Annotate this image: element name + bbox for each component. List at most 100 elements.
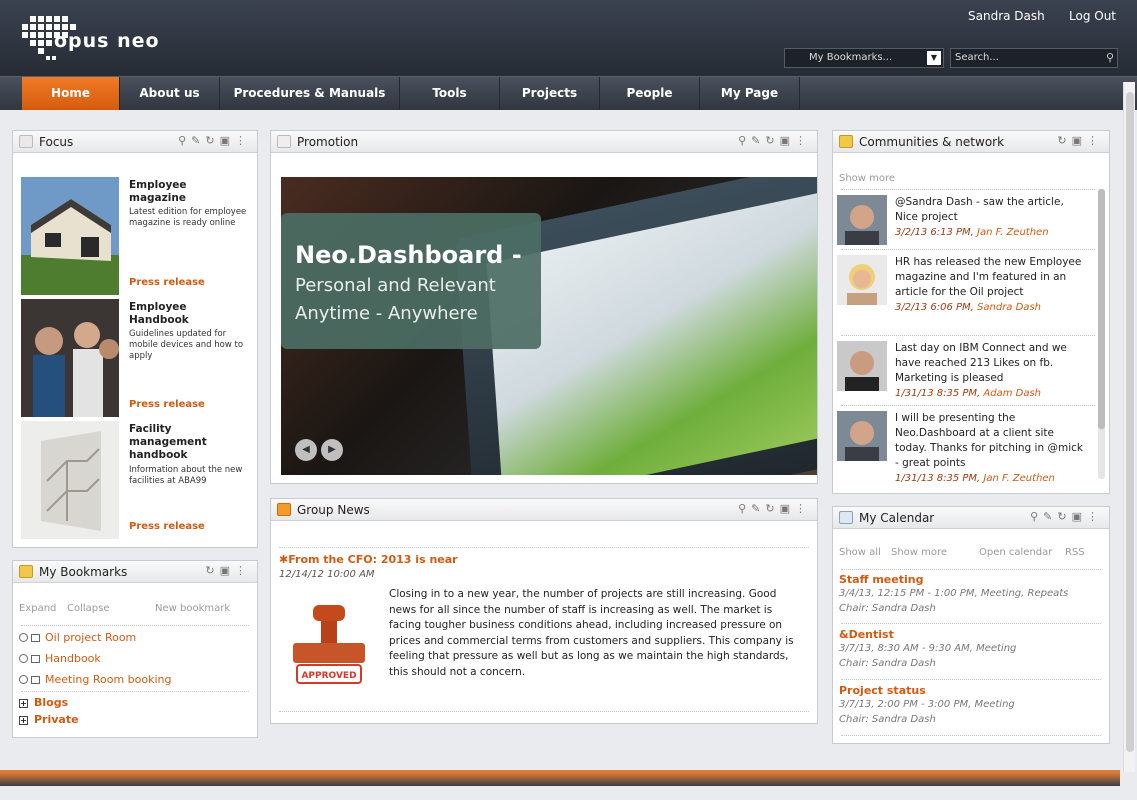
post-author-link[interactable]: Jan F. Zeuthen [977, 227, 1049, 238]
news-headline[interactable]: ✱From the CFO: 2013 is near [279, 553, 458, 566]
nav-tools[interactable]: Tools [400, 77, 500, 110]
press-release-link[interactable]: Press release [129, 521, 205, 532]
avatar[interactable] [837, 255, 887, 305]
portlet-title: Promotion [297, 135, 359, 149]
post-author-link[interactable]: Sandra Dash [977, 302, 1041, 313]
expand-link[interactable]: Expand [19, 603, 56, 614]
search-input[interactable]: Search... ⚲ [950, 48, 1118, 68]
refresh-icon[interactable]: ↻ [1057, 510, 1071, 523]
bookmark-folder[interactable]: + Blogs [19, 696, 68, 709]
bookmark-item[interactable]: Handbook [19, 652, 101, 665]
search-icon[interactable]: ⚲ [738, 502, 751, 515]
remove-icon[interactable] [19, 654, 28, 663]
scrollbar[interactable] [1098, 189, 1105, 479]
more-icon[interactable]: ⋮ [1087, 134, 1103, 147]
search-placeholder: Search... [955, 52, 999, 63]
expand-plus-icon[interactable]: + [19, 699, 28, 708]
focus-item-desc: Information about the new facilities at … [129, 465, 243, 486]
refresh-icon[interactable]: ↻ [765, 134, 779, 147]
focus-item[interactable]: Employee Handbook Guidelines updated for… [21, 299, 253, 419]
more-icon[interactable]: ⋮ [795, 134, 811, 147]
portlet-header: Communities & network ↻▣⋮ [833, 131, 1109, 153]
remove-icon[interactable] [19, 675, 28, 684]
maximize-icon[interactable]: ▣ [1072, 510, 1087, 523]
calendar-event[interactable]: Project status 3/7/13, 2:00 PM - 3:00 PM… [839, 684, 1099, 727]
press-release-link[interactable]: Press release [129, 277, 205, 288]
show-all-link[interactable]: Show all [839, 547, 881, 558]
portlet-title: Focus [39, 135, 74, 149]
focus-item-desc: Guidelines updated for mobile devices an… [129, 329, 244, 361]
portlet-header: My Bookmarks ↻▣⋮ [13, 561, 257, 583]
collapse-link[interactable]: Collapse [67, 603, 110, 614]
portlet-header: Group News ⚲✎↻▣⋮ [271, 499, 817, 521]
focus-item-title: Employee Handbook [129, 301, 189, 326]
next-slide-icon[interactable]: ▶ [321, 439, 343, 461]
prev-slide-icon[interactable]: ◀ [295, 439, 317, 461]
search-icon[interactable]: ⚲ [178, 134, 191, 147]
maximize-icon[interactable]: ▣ [780, 502, 795, 515]
refresh-icon[interactable]: ↻ [205, 134, 219, 147]
user-name-link[interactable]: Sandra Dash [968, 9, 1045, 23]
event-title[interactable]: &Dentist [839, 628, 1099, 641]
post-author-link[interactable]: Adam Dash [983, 388, 1041, 399]
nav-procedures-manuals[interactable]: Procedures & Manuals [220, 77, 400, 110]
stamp-label: APPROVED [301, 671, 356, 681]
remove-icon[interactable] [19, 633, 28, 642]
bookmark-folder[interactable]: + Private [19, 713, 79, 726]
nav-people[interactable]: People [600, 77, 700, 110]
maximize-icon[interactable]: ▣ [220, 134, 235, 147]
more-icon[interactable]: ⋮ [235, 134, 251, 147]
folder-label: Private [34, 713, 79, 726]
bookmark-item[interactable]: Oil project Room [19, 631, 136, 644]
show-more-link[interactable]: Show more [839, 173, 895, 184]
nav-my-page[interactable]: My Page [700, 77, 800, 110]
page-scrollbar[interactable] [1123, 82, 1135, 772]
refresh-icon[interactable]: ↻ [205, 564, 219, 577]
rss-link[interactable]: RSS [1065, 547, 1085, 558]
post-author-link[interactable]: Jan F. Zeuthen [983, 473, 1055, 484]
focus-item[interactable]: Facility management handbook Information… [21, 421, 253, 541]
search-icon[interactable]: ⚲ [1106, 51, 1114, 64]
refresh-icon[interactable]: ↻ [765, 502, 779, 515]
bookmarks-select[interactable]: My Bookmarks... ▼ [784, 48, 944, 68]
more-icon[interactable]: ⋮ [795, 502, 811, 515]
open-calendar-link[interactable]: Open calendar [979, 547, 1052, 558]
new-bookmark-link[interactable]: New bookmark [155, 603, 230, 614]
page-scrollbar-thumb[interactable] [1126, 92, 1134, 752]
focus-item[interactable]: Employee magazine Latest edition for emp… [21, 177, 253, 297]
refresh-icon[interactable]: ↻ [1057, 134, 1071, 147]
avatar[interactable] [837, 195, 887, 245]
community-icon [839, 135, 853, 148]
search-icon[interactable]: ⚲ [1030, 510, 1043, 523]
edit-icon[interactable]: ✎ [1043, 510, 1057, 523]
edit-icon[interactable]: ✎ [751, 502, 765, 515]
more-icon[interactable]: ⋮ [235, 564, 251, 577]
press-release-link[interactable]: Press release [129, 399, 205, 410]
maximize-icon[interactable]: ▣ [220, 564, 235, 577]
search-icon[interactable]: ⚲ [738, 134, 751, 147]
edit-icon[interactable]: ✎ [191, 134, 205, 147]
avatar[interactable] [837, 341, 887, 391]
nav-projects[interactable]: Projects [500, 77, 600, 110]
more-icon[interactable]: ⋮ [1087, 510, 1103, 523]
event-title[interactable]: Staff meeting [839, 573, 1099, 586]
post-meta: 3/2/13 6:06 PM, Sandra Dash [895, 302, 1041, 313]
promotion-banner[interactable]: Neo.Dashboard - Personal and Relevant An… [281, 177, 817, 475]
show-more-link[interactable]: Show more [891, 547, 947, 558]
maximize-icon[interactable]: ▣ [780, 134, 795, 147]
nav-home[interactable]: Home [22, 77, 120, 110]
expand-plus-icon[interactable]: + [19, 716, 28, 725]
event-chair: Chair: Sandra Dash [839, 603, 936, 614]
post-body: I will be presenting the Neo.Dashboard a… [895, 411, 1089, 486]
calendar-event[interactable]: &Dentist 3/7/13, 8:30 AM - 9:30 AM, Meet… [839, 628, 1099, 671]
calendar-event[interactable]: Staff meeting 3/4/13, 12:15 PM - 1:00 PM… [839, 573, 1099, 616]
nav-about-us[interactable]: About us [120, 77, 220, 110]
maximize-icon[interactable]: ▣ [1072, 134, 1087, 147]
header: opus neo Sandra Dash Log Out My Bookmark… [0, 0, 1137, 76]
avatar[interactable] [837, 411, 887, 461]
bookmark-item[interactable]: Meeting Room booking [19, 673, 172, 686]
event-title[interactable]: Project status [839, 684, 1099, 697]
logout-link[interactable]: Log Out [1069, 9, 1116, 23]
edit-icon[interactable]: ✎ [751, 134, 765, 147]
scrollbar-thumb[interactable] [1098, 189, 1105, 429]
